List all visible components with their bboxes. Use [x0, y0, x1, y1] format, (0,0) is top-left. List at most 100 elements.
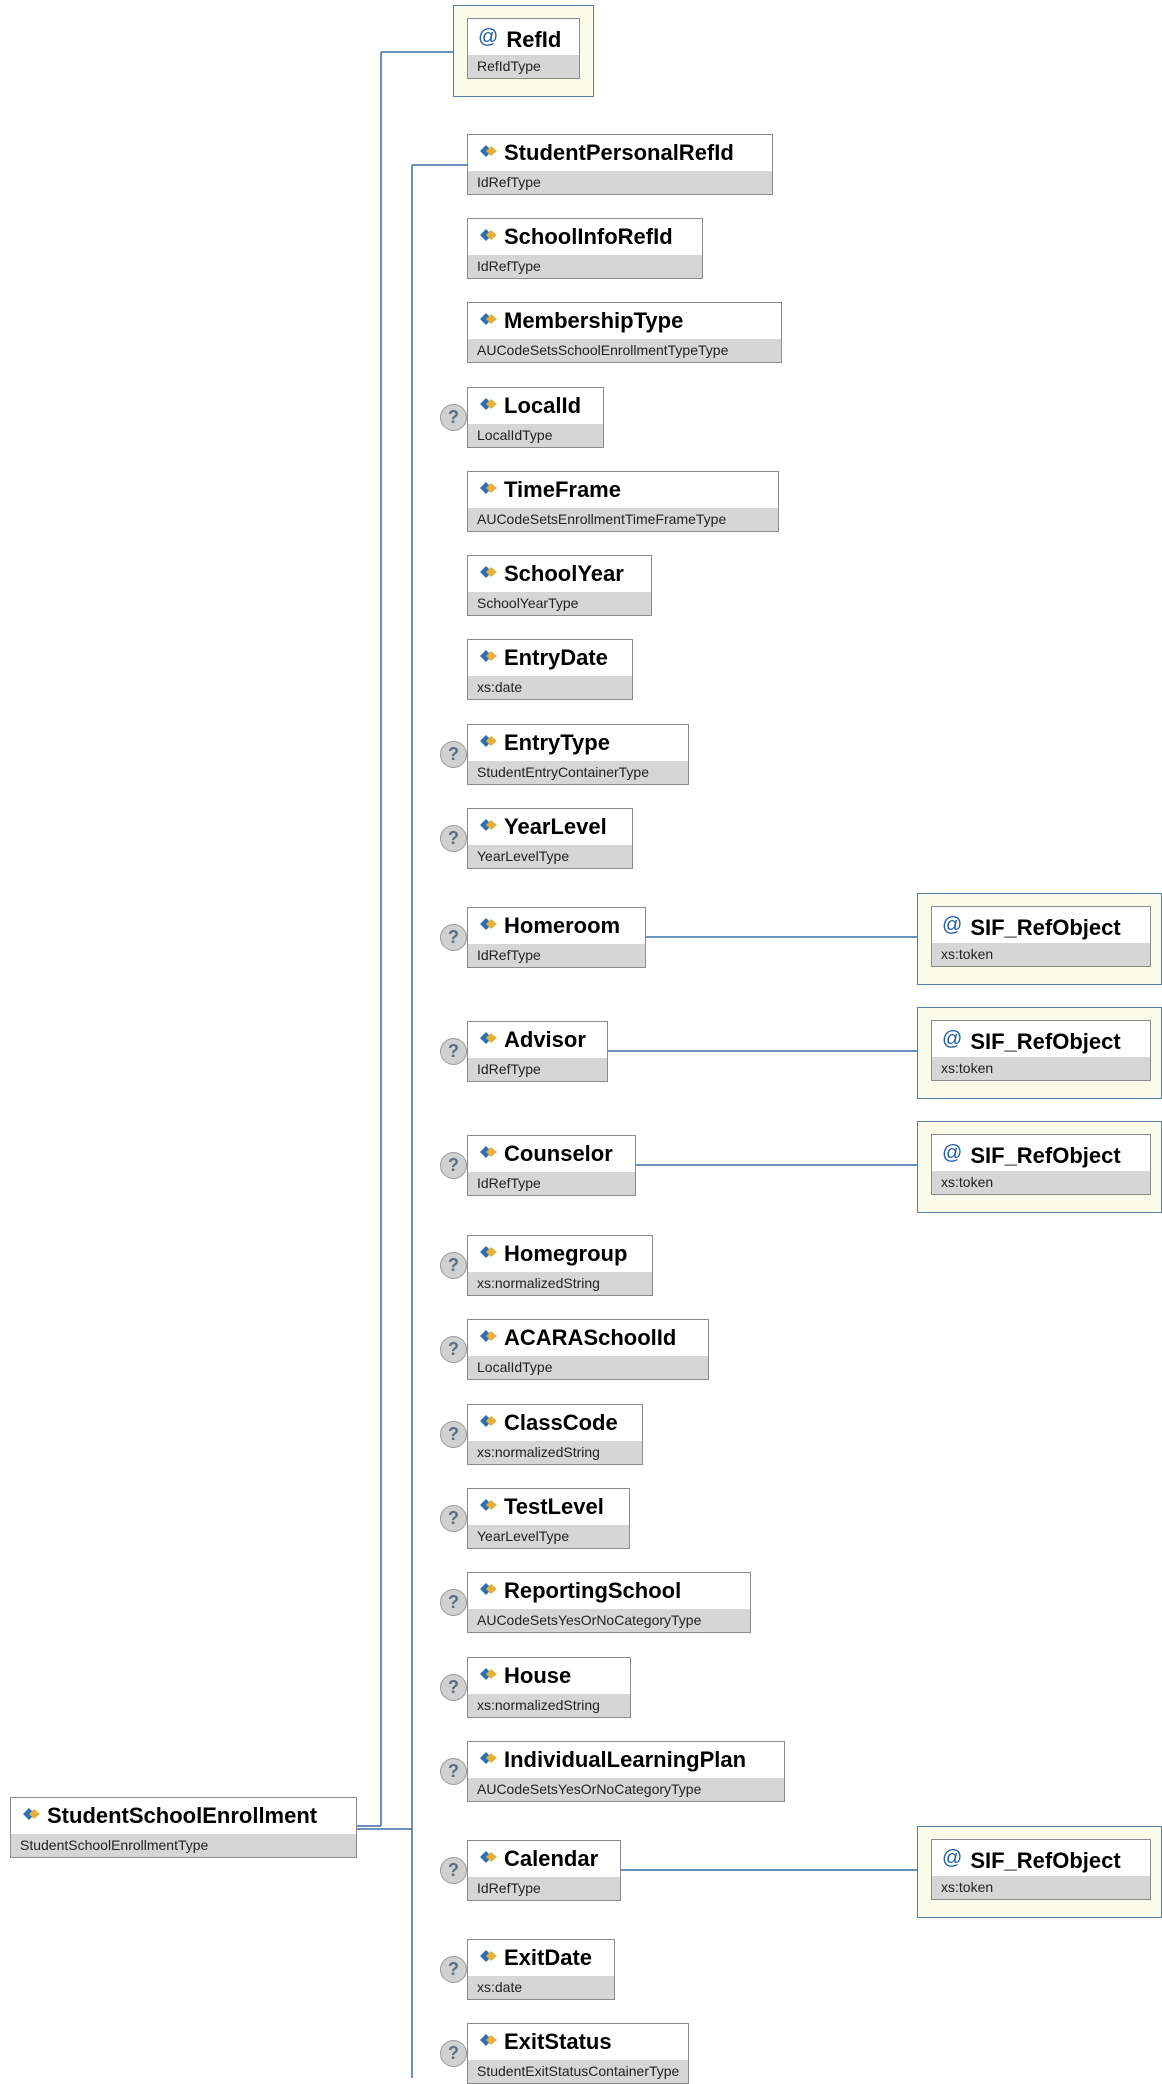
element-entry-type[interactable]: EntryType StudentEntryContainerType — [467, 724, 689, 785]
element-icon — [480, 819, 497, 831]
element-name: ExitStatus — [504, 2029, 612, 2054]
sif-refobject-attribute-box[interactable]: @ SIF_RefObject xs:token — [931, 906, 1151, 967]
optional-marker-icon: ? — [440, 1252, 467, 1279]
element-membership-type[interactable]: MembershipType AUCodeSetsSchoolEnrollment… — [467, 302, 782, 363]
element-name-row: ACARASchoolId — [468, 1320, 708, 1356]
sif-refobject-attribute-box[interactable]: @ SIF_RefObject xs:token — [931, 1134, 1151, 1195]
element-type: SchoolYearType — [468, 592, 651, 615]
element-house[interactable]: House xs:normalizedString — [467, 1657, 631, 1718]
element-name-row: ClassCode — [468, 1405, 642, 1441]
element-type: xs:date — [468, 1976, 614, 1999]
element-name: SchoolInfoRefId — [504, 224, 673, 249]
attribute-frame: @ RefId RefIdType — [453, 5, 594, 97]
element-year-level[interactable]: YearLevel YearLevelType — [467, 808, 633, 869]
element-icon — [23, 1808, 40, 1820]
element-individual-learning-plan[interactable]: IndividualLearningPlan AUCodeSetsYesOrNoC… — [467, 1741, 785, 1802]
element-name-row: LocalId — [468, 388, 603, 424]
element-name-row: IndividualLearningPlan — [468, 1742, 784, 1778]
element-calendar[interactable]: Calendar IdRefType — [467, 1840, 621, 1901]
element-name: ReportingSchool — [504, 1578, 682, 1603]
element-exit-date[interactable]: ExitDate xs:date — [467, 1939, 615, 2000]
element-homegroup[interactable]: Homegroup xs:normalizedString — [467, 1235, 653, 1296]
element-advisor[interactable]: Advisor IdRefType — [467, 1021, 608, 1082]
sif-refobject-attribute-box[interactable]: @ SIF_RefObject xs:token — [931, 1839, 1151, 1900]
element-name-row: SchoolYear — [468, 556, 651, 592]
optional-marker-icon: ? — [440, 741, 467, 768]
element-name-row: TestLevel — [468, 1489, 629, 1525]
element-name: TestLevel — [504, 1494, 604, 1519]
element-type: IdRefType — [468, 255, 702, 278]
refid-attribute-name: RefId — [506, 27, 562, 52]
optional-marker-icon: ? — [440, 1505, 467, 1532]
element-counselor[interactable]: Counselor IdRefType — [467, 1135, 636, 1196]
element-icon — [480, 918, 497, 930]
sif-refobject-frame: @ SIF_RefObject xs:token — [917, 1121, 1162, 1213]
attribute-at-icon: @ — [942, 1142, 963, 1164]
sif-refobject-frame: @ SIF_RefObject xs:token — [917, 1007, 1162, 1099]
optional-marker-icon: ? — [440, 1758, 467, 1785]
element-icon — [480, 2034, 497, 2046]
element-reporting-school[interactable]: ReportingSchool AUCodeSetsYesOrNoCategory… — [467, 1572, 751, 1633]
element-name: Advisor — [504, 1027, 586, 1052]
element-name-row: SchoolInfoRefId — [468, 219, 702, 255]
element-name-row: EntryDate — [468, 640, 632, 676]
attribute-at-icon: @ — [942, 1028, 963, 1050]
element-name-row: Calendar — [468, 1841, 620, 1877]
element-icon — [480, 566, 497, 578]
optional-marker-icon: ? — [440, 1038, 467, 1065]
element-type: xs:normalizedString — [468, 1272, 652, 1295]
element-entry-date[interactable]: EntryDate xs:date — [467, 639, 633, 700]
element-icon — [480, 145, 497, 157]
element-school-year[interactable]: SchoolYear SchoolYearType — [467, 555, 652, 616]
optional-marker-icon: ? — [440, 825, 467, 852]
element-type: IdRefType — [468, 944, 645, 967]
element-acara-school-id[interactable]: ACARASchoolId LocalIdType — [467, 1319, 709, 1380]
element-type: StudentEntryContainerType — [468, 761, 688, 784]
element-type: YearLevelType — [468, 1525, 629, 1548]
element-name: TimeFrame — [504, 477, 621, 502]
element-time-frame[interactable]: TimeFrame AUCodeSetsEnrollmentTimeFrameTy… — [467, 471, 779, 532]
element-icon — [480, 1851, 497, 1863]
element-name: Counselor — [504, 1141, 613, 1166]
element-name: ExitDate — [504, 1945, 593, 1970]
element-icon — [480, 313, 497, 325]
element-type: AUCodeSetsEnrollmentTimeFrameType — [468, 508, 778, 531]
sif-refobject-name: SIF_RefObject — [970, 915, 1121, 940]
sif-refobject-attribute-box[interactable]: @ SIF_RefObject xs:token — [931, 1020, 1151, 1081]
element-name: MembershipType — [504, 308, 684, 333]
refid-attribute-name-row: @ RefId — [468, 19, 579, 55]
element-icon — [480, 1950, 497, 1962]
element-name: Homeroom — [504, 913, 621, 938]
element-student-personal-ref-id[interactable]: StudentPersonalRefId IdRefType — [467, 134, 773, 195]
element-icon — [480, 1330, 497, 1342]
element-type: IdRefType — [468, 171, 772, 194]
refid-attribute-type: RefIdType — [468, 55, 579, 78]
element-type: IdRefType — [468, 1058, 607, 1081]
element-type: AUCodeSetsYesOrNoCategoryType — [468, 1778, 784, 1801]
optional-marker-icon: ? — [440, 1421, 467, 1448]
element-name-row: MembershipType — [468, 303, 781, 339]
element-name-row: Counselor — [468, 1136, 635, 1172]
element-name-row: EntryType — [468, 725, 688, 761]
element-homeroom[interactable]: Homeroom IdRefType — [467, 907, 646, 968]
element-name-row: TimeFrame — [468, 472, 778, 508]
optional-marker-icon: ? — [440, 2040, 467, 2067]
attribute-at-icon: @ — [942, 914, 963, 936]
root-element-box[interactable]: StudentSchoolEnrollment StudentSchoolEnr… — [10, 1797, 357, 1858]
element-type: LocalIdType — [468, 1356, 708, 1379]
element-exit-status[interactable]: ExitStatus StudentExitStatusContainerType — [467, 2023, 689, 2084]
element-type: YearLevelType — [468, 845, 632, 868]
element-type: AUCodeSetsYesOrNoCategoryType — [468, 1609, 750, 1632]
element-school-info-ref-id[interactable]: SchoolInfoRefId IdRefType — [467, 218, 703, 279]
element-icon — [480, 650, 497, 662]
element-local-id[interactable]: LocalId LocalIdType — [467, 387, 604, 448]
element-name: EntryType — [504, 730, 610, 755]
element-class-code[interactable]: ClassCode xs:normalizedString — [467, 1404, 643, 1465]
element-test-level[interactable]: TestLevel YearLevelType — [467, 1488, 630, 1549]
element-icon — [480, 1032, 497, 1044]
optional-marker-icon: ? — [440, 924, 467, 951]
element-icon — [480, 1415, 497, 1427]
element-name-row: ExitStatus — [468, 2024, 688, 2060]
element-name-row: ReportingSchool — [468, 1573, 750, 1609]
refid-attribute-box[interactable]: @ RefId RefIdType — [467, 18, 580, 79]
